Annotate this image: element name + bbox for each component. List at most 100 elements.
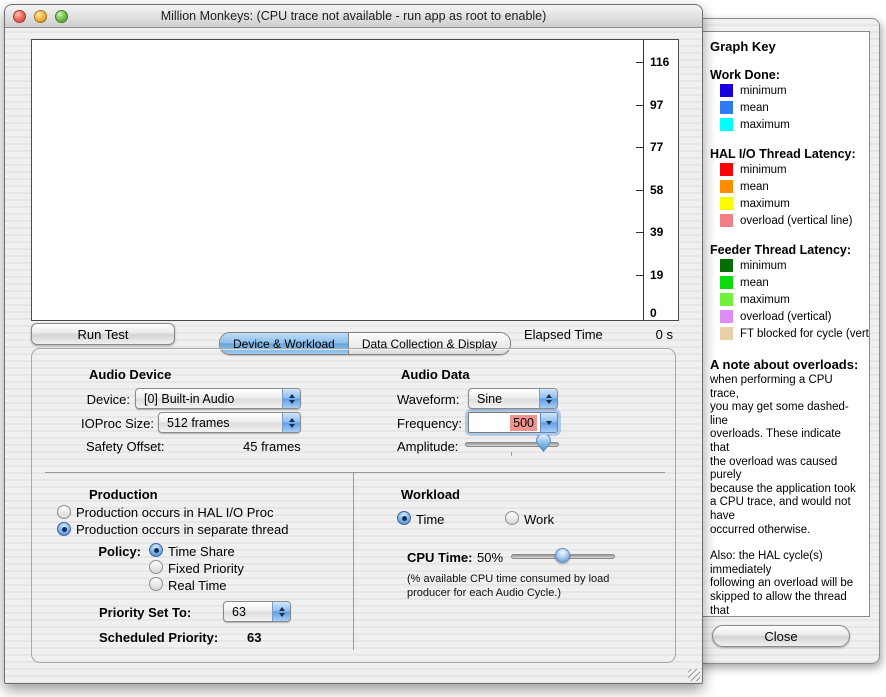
feeder-blocked-swatch	[720, 327, 733, 340]
frequency-field[interactable]: 500	[468, 412, 540, 433]
stepper-arrows-icon	[282, 413, 300, 432]
resize-grip-icon[interactable]	[688, 669, 700, 681]
legend-label: maximum	[740, 294, 790, 306]
work-done-section-title: Work Done:	[710, 68, 863, 82]
hal-mean-swatch	[720, 180, 733, 193]
work-done-max-swatch	[720, 118, 733, 131]
radio-workload-work[interactable]	[505, 511, 519, 525]
legend-label: mean	[740, 181, 769, 193]
priority-popup-value: 63	[224, 605, 272, 619]
hal-max-swatch	[720, 197, 733, 210]
priority-popup[interactable]: 63	[223, 601, 291, 622]
safety-offset-value: 45 frames	[243, 439, 301, 454]
legend-item: minimum	[710, 161, 863, 178]
legend-label: mean	[740, 102, 769, 114]
ioproc-size-popup[interactable]: 512 frames	[158, 412, 301, 433]
radio-policy-fixed-priority-label[interactable]: Fixed Priority	[168, 561, 244, 576]
radio-production-hal[interactable]	[57, 505, 71, 519]
feeder-min-swatch	[720, 259, 733, 272]
title-bar[interactable]: Million Monkeys: (CPU trace not availabl…	[5, 5, 702, 28]
priority-set-to-label: Priority Set To:	[99, 605, 191, 620]
radio-production-separate[interactable]	[57, 522, 71, 536]
legend-item: maximum	[710, 291, 863, 308]
legend-item: FT blocked for cycle (vertical)	[710, 325, 863, 342]
window-title: Million Monkeys: (CPU trace not availabl…	[5, 9, 702, 23]
legend-item: mean	[710, 274, 863, 291]
radio-policy-real-time[interactable]	[149, 577, 163, 591]
frequency-label: Frequency:	[397, 416, 462, 431]
y-tick-label: 58	[650, 183, 680, 197]
elapsed-time-label: Elapsed Time	[524, 327, 603, 342]
legend-label: overload (vertical)	[740, 311, 831, 323]
desktop: Graph Key Work Done: minimum mean maximu…	[0, 0, 886, 697]
y-tick	[636, 232, 643, 233]
radio-policy-real-time-label[interactable]: Real Time	[168, 578, 227, 593]
stepper-arrows-icon	[272, 602, 290, 621]
waveform-popup-value: Sine	[469, 392, 539, 406]
graph-key-drawer: Graph Key Work Done: minimum mean maximu…	[698, 18, 880, 664]
legend-item: minimum	[710, 82, 863, 99]
amplitude-slider-thumb[interactable]	[536, 435, 551, 457]
legend-label: minimum	[740, 260, 787, 272]
cpu-time-caption: (% available CPU time consumed by load p…	[407, 573, 657, 600]
graph-key-title: Graph Key	[710, 39, 863, 54]
radio-workload-work-label[interactable]: Work	[524, 512, 554, 527]
radio-policy-fixed-priority[interactable]	[149, 560, 163, 574]
safety-offset-label: Safety Offset:	[86, 439, 165, 454]
zoom-window-button[interactable]	[55, 10, 68, 23]
radio-production-separate-label[interactable]: Production occurs in separate thread	[76, 522, 288, 537]
dropdown-arrow-icon[interactable]	[540, 412, 558, 433]
waveform-popup[interactable]: Sine	[468, 388, 558, 409]
legend-item: maximum	[710, 195, 863, 212]
amplitude-label: Amplitude:	[397, 439, 458, 454]
audio-data-title: Audio Data	[401, 367, 470, 382]
minimize-window-button[interactable]	[34, 10, 47, 23]
ioproc-size-label: IOProc Size:	[45, 416, 154, 431]
cpu-time-slider[interactable]	[511, 547, 615, 565]
close-button[interactable]: Close	[712, 625, 850, 647]
radio-policy-time-share[interactable]	[149, 543, 163, 557]
legend-label: minimum	[740, 164, 787, 176]
work-done-min-swatch	[720, 84, 733, 97]
scheduled-priority-value: 63	[247, 630, 261, 645]
overloads-note-body-2: Also: the HAL cycle(s) immediately follo…	[710, 550, 863, 617]
y-tick-label: 77	[650, 140, 680, 154]
feeder-mean-swatch	[720, 276, 733, 289]
legend-item: maximum	[710, 116, 863, 133]
legend-label: maximum	[740, 198, 790, 210]
legend-label: minimum	[740, 85, 787, 97]
y-axis-line	[643, 40, 644, 320]
hal-latency-section-title: HAL I/O Thread Latency:	[710, 147, 863, 161]
cpu-time-value: 50%	[477, 550, 503, 565]
policy-label: Policy:	[89, 544, 141, 559]
y-tick	[636, 190, 643, 191]
device-popup[interactable]: [0] Built-in Audio	[135, 388, 301, 409]
legend-item: minimum	[710, 257, 863, 274]
production-title: Production	[89, 487, 158, 502]
frequency-value: 500	[510, 415, 537, 431]
work-done-mean-swatch	[720, 101, 733, 114]
ioproc-size-popup-value: 512 frames	[159, 416, 282, 430]
amplitude-center-tick	[511, 452, 512, 456]
y-tick	[636, 147, 643, 148]
legend-item: overload (vertical)	[710, 308, 863, 325]
radio-workload-time[interactable]	[397, 511, 411, 525]
close-window-button[interactable]	[13, 10, 26, 23]
elapsed-time-value: 0 s	[625, 327, 673, 342]
stepper-arrows-icon	[282, 389, 300, 408]
radio-production-hal-label[interactable]: Production occurs in HAL I/O Proc	[76, 505, 274, 520]
section-divider-horizontal	[45, 472, 665, 473]
graph-key-panel: Graph Key Work Done: minimum mean maximu…	[702, 31, 870, 617]
hal-overload-swatch	[720, 214, 733, 227]
y-tick	[636, 62, 643, 63]
main-window: Million Monkeys: (CPU trace not availabl…	[4, 4, 703, 684]
radio-policy-time-share-label[interactable]: Time Share	[168, 544, 235, 559]
frequency-combobox[interactable]: 500	[468, 412, 558, 433]
amplitude-slider[interactable]	[465, 435, 559, 453]
y-tick-label: 116	[650, 55, 680, 69]
overloads-note-body: when performing a CPU trace, you may get…	[710, 374, 863, 537]
radio-workload-time-label[interactable]: Time	[416, 512, 444, 527]
run-test-button[interactable]: Run Test	[31, 323, 175, 345]
cpu-time-slider-thumb[interactable]	[555, 548, 570, 563]
y-tick-label: 0	[650, 306, 680, 320]
